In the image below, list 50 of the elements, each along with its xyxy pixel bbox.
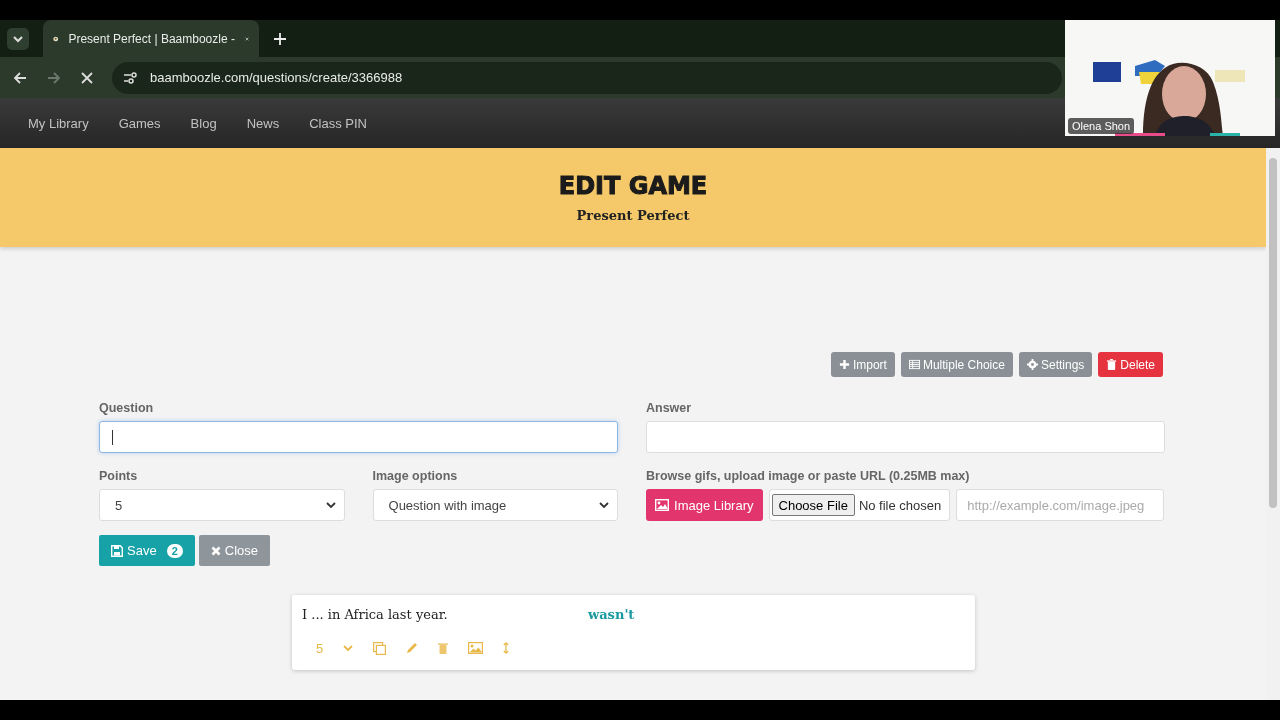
participant-name: Olena Shon xyxy=(1068,118,1135,134)
field-label: Image options xyxy=(372,469,459,483)
browser-tab[interactable]: Present Perfect | Baamboozle - xyxy=(43,20,259,57)
image-icon xyxy=(655,499,670,511)
dropdown[interactable]: 5 xyxy=(99,489,345,521)
site-settings-icon[interactable] xyxy=(122,69,138,86)
image-icon[interactable] xyxy=(468,642,484,654)
plus-icon xyxy=(838,359,850,370)
stop-loading-icon[interactable] xyxy=(80,70,94,85)
scrollbar-thumb[interactable] xyxy=(1269,158,1277,508)
question-text: I ... in Africa last year. xyxy=(302,607,449,622)
image-library-button[interactable]: Image Library xyxy=(646,489,763,521)
page-title: EDIT GAME xyxy=(558,172,708,200)
chevron-down-icon xyxy=(325,502,336,508)
answer-text: wasn't xyxy=(588,607,635,622)
trash-icon xyxy=(1106,359,1118,370)
pencil-icon[interactable] xyxy=(406,642,419,654)
nav-link[interactable]: My Library xyxy=(28,115,89,131)
list-icon xyxy=(908,359,920,370)
url-field[interactable]: http://example.com/image.jpeg xyxy=(956,489,1165,521)
nav-link[interactable]: Blog xyxy=(190,115,217,131)
count-badge: 2 xyxy=(166,543,183,558)
tab-title: Present Perfect | Baamboozle - xyxy=(68,31,235,46)
delete-button[interactable]: Delete xyxy=(1098,352,1163,377)
file-field[interactable]: Choose File No file chosen xyxy=(768,489,951,521)
field-label: Answer xyxy=(646,401,693,415)
copy-icon[interactable] xyxy=(373,641,387,655)
field-label: Question xyxy=(99,401,155,415)
close-icon xyxy=(210,545,221,556)
file-status: No file chosen xyxy=(858,497,942,513)
game-title: Present Perfect xyxy=(576,208,690,223)
field-label: Browse gifs, upload image or paste URL (0.25MB max) xyxy=(646,469,971,483)
field-label: Points xyxy=(99,469,139,483)
tab-list-icon[interactable] xyxy=(7,27,29,50)
text-field[interactable] xyxy=(646,421,1165,453)
chevron-down-icon xyxy=(599,502,610,508)
text-field[interactable] xyxy=(99,421,618,453)
chevron-down-icon[interactable] xyxy=(343,645,354,651)
nav-link[interactable]: News xyxy=(246,115,280,131)
nav-link[interactable]: Games xyxy=(118,115,161,131)
trash-icon[interactable] xyxy=(438,642,449,654)
back-arrow-icon[interactable] xyxy=(12,69,28,86)
settings-icon xyxy=(1026,359,1038,370)
nav-link[interactable]: Class PIN xyxy=(309,115,367,131)
resize-arrows-icon[interactable] xyxy=(503,640,510,656)
address-field[interactable]: baamboozle.com/questions/create/3366988 xyxy=(112,61,1062,94)
new-tab-icon[interactable] xyxy=(273,31,287,46)
choose-file-button[interactable]: Choose File xyxy=(771,494,855,516)
forward-arrow-icon xyxy=(46,69,62,86)
dropdown[interactable]: Question with image xyxy=(372,489,619,521)
